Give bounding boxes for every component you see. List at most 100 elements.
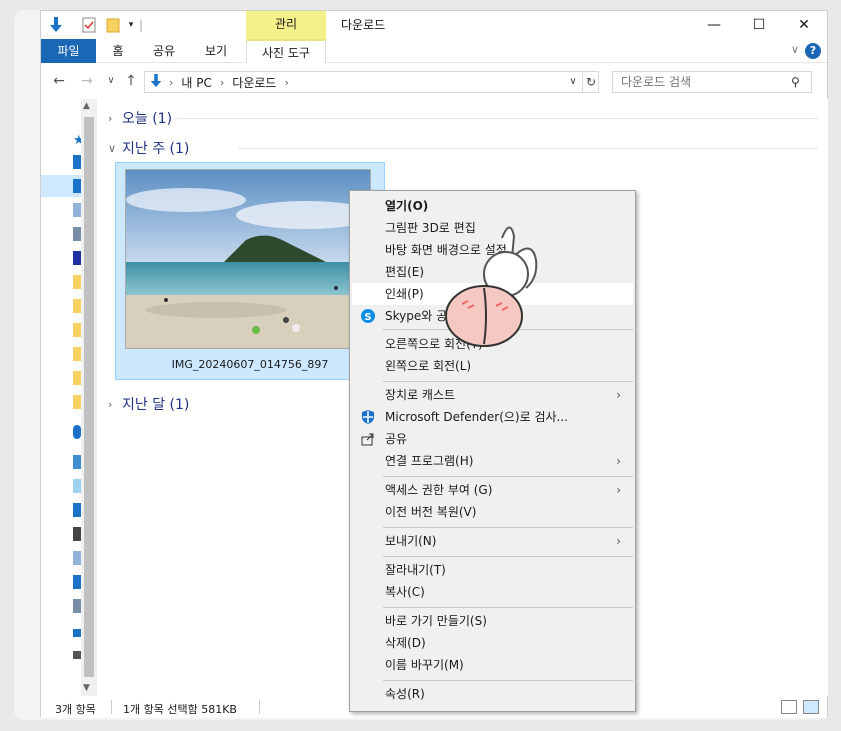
context-menu-item[interactable]: 열기(O) [352,195,633,217]
navigation-pane: ★ ▲ ▼ [41,99,97,696]
drive-icon[interactable] [73,651,81,659]
context-menu-item-label: Microsoft Defender(으)로 검사... [385,410,568,424]
documents-icon[interactable] [73,203,81,217]
tab-file[interactable]: 파일 [41,39,96,63]
context-menu-item[interactable]: Microsoft Defender(으)로 검사... [352,406,633,428]
context-menu-item-label: 이전 버전 복원(V) [385,505,477,519]
context-menu-item-label: 삭제(D) [385,636,426,650]
downloads-icon[interactable] [73,503,81,517]
close-button[interactable]: ✕ [781,11,827,39]
onedrive-icon[interactable] [73,425,81,439]
chevron-right-icon: › [616,454,621,468]
tab-picture-tools[interactable]: 사진 도구 [246,39,326,63]
status-divider [259,700,260,714]
file-item-selected[interactable]: IMG_20240607_014756_897 [115,162,385,380]
group-label: 지난 달 (1) [122,397,190,413]
ribbon-expand-icon[interactable]: ∨ [791,43,799,56]
context-menu-item-label: 편집(E) [385,265,425,279]
context-menu-item-label: 보내기(N) [385,534,437,548]
pictures-icon[interactable] [73,227,81,241]
file-name: IMG_20240607_014756_897 [171,358,329,371]
download-arrow-icon[interactable] [47,16,65,34]
breadcrumb-separator-icon: › [219,75,225,89]
defender-shield-icon [360,409,376,425]
context-menu-item[interactable]: 바로 가기 만들기(S) [352,610,633,632]
context-menu-item[interactable]: 이전 버전 복원(V) [352,501,633,523]
context-menu-item[interactable]: 연결 프로그램(H) › [352,450,633,472]
new-folder-icon[interactable] [105,16,121,34]
details-view-icon[interactable] [781,700,797,714]
context-menu-item[interactable]: 삭제(D) [352,632,633,654]
context-menu-item-label: 인쇄(P) [385,287,424,301]
context-menu-item-label: 공유 [385,432,408,446]
group-divider [178,118,818,119]
context-menu-item[interactable]: 왼쪽으로 회전(L) [352,355,633,377]
quick-access-star-icon[interactable]: ★ [73,133,85,148]
folder-icon[interactable] [73,371,81,385]
properties-icon[interactable] [81,16,97,34]
context-menu-item-label: 속성(R) [385,687,425,701]
context-menu-item-label: 이름 바꾸기(M) [385,658,464,672]
address-dropdown-icon[interactable]: ∨ [565,71,581,93]
help-button[interactable]: ? [805,43,821,59]
navigation-bar: ← → ∨ ↑ › 내 PC › 다운로드 › ∨ ↻ ⚲ [41,67,827,95]
pictures-icon[interactable] [73,599,81,613]
desktop-icon[interactable] [73,575,81,589]
tab-home[interactable]: 홈 [103,39,133,63]
3d-objects-icon[interactable] [73,479,81,493]
context-menu-item[interactable]: 공유 [352,428,633,450]
status-selection: 1개 항목 선택함 581KB [123,703,237,716]
forward-arrow-icon[interactable]: → [77,71,97,91]
folder-icon[interactable] [73,347,81,361]
group-label: 지난 주 (1) [122,141,190,157]
back-arrow-icon[interactable]: ← [49,71,69,91]
tab-view[interactable]: 보기 [196,39,236,63]
music-icon[interactable] [73,629,81,637]
breadcrumb-this-pc[interactable]: 내 PC [181,74,211,91]
folder-icon[interactable] [73,275,81,289]
tab-share[interactable]: 공유 [144,39,184,63]
context-menu-item[interactable]: 복사(C) [352,581,633,603]
nav-scrollbar-thumb[interactable] [84,117,94,677]
quick-access-dropdown-icon[interactable]: ▾ [125,16,137,34]
scroll-down-icon[interactable]: ▼ [83,683,90,693]
minimize-button[interactable]: — [691,11,737,39]
address-bar[interactable]: › 내 PC › 다운로드 › [144,71,599,93]
context-menu-item[interactable]: 보내기(N) › [352,530,633,552]
context-menu-item[interactable]: 액세스 권한 부여 (G) › [352,479,633,501]
context-menu-item-label: 왼쪽으로 회전(L) [385,359,472,373]
this-pc-icon[interactable] [73,455,81,469]
folder-icon[interactable] [73,323,81,337]
folder-icon[interactable] [73,299,81,313]
context-menu-item[interactable]: 속성(R) [352,683,633,705]
group-header-last-week[interactable]: ∨ 지난 주 (1) [108,138,189,158]
context-menu-item[interactable]: 잘라내기(T) [352,559,633,581]
breadcrumb-separator-icon: › [284,75,289,89]
status-divider [111,700,112,714]
breadcrumb-downloads[interactable]: 다운로드 [232,74,276,91]
scroll-up-icon[interactable]: ▲ [83,101,90,111]
recent-locations-icon[interactable]: ∨ [101,71,121,91]
context-menu-item[interactable]: 장치로 캐스트 › [352,384,633,406]
video-icon[interactable] [73,527,81,541]
search-icon[interactable]: ⚲ [791,75,800,89]
svg-text:S: S [364,312,371,323]
group-header-last-month[interactable]: › 지난 달 (1) [108,394,189,414]
up-arrow-icon[interactable]: ↑ [121,71,141,91]
skype-icon: S [360,308,376,324]
refresh-icon[interactable]: ↻ [582,71,599,93]
folder-icon[interactable] [73,395,81,409]
title-bar: ▾ | 관리 다운로드 — ☐ ✕ [41,11,827,39]
context-menu-item-label: 복사(C) [385,585,425,599]
downloads-icon[interactable] [73,179,81,193]
group-header-today[interactable]: › 오늘 (1) [108,108,172,128]
menu-separator [383,607,633,608]
search-input[interactable] [612,71,812,93]
video-icon[interactable] [73,251,81,265]
desktop-icon[interactable] [73,155,81,169]
chevron-right-icon: › [616,483,621,497]
documents-icon[interactable] [73,551,81,565]
context-menu-item[interactable]: 이름 바꾸기(M) [352,654,633,676]
large-icons-view-icon[interactable] [803,700,819,714]
maximize-button[interactable]: ☐ [736,11,782,39]
